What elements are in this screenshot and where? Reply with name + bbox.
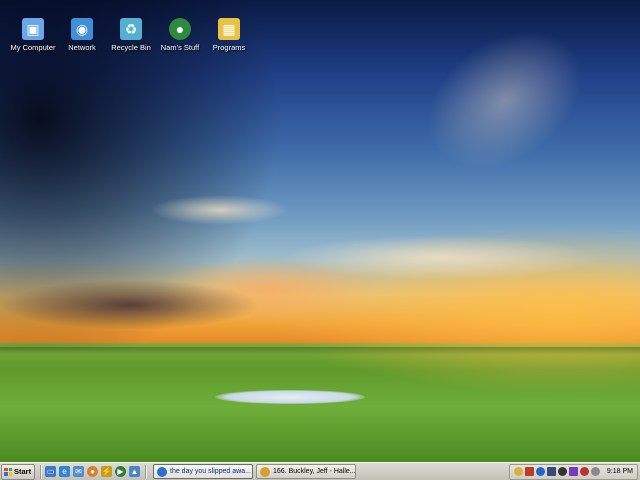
tray-chrome-icon[interactable] [513,467,523,476]
start-label: Start [14,467,32,476]
network-icon: ◉ [71,18,93,40]
task-label: 166. Buckley, Jeff - Halle... [273,468,356,475]
horizon [0,347,640,355]
taskbar-separator [40,464,42,479]
tray-messenger-icon[interactable] [535,467,545,476]
cloud [0,280,260,330]
recycle-bin-icon: ♻ [120,18,142,40]
desktop-icon-label: Programs [212,43,246,52]
taskbar-separator [145,464,147,479]
taskbar-clock[interactable]: 9:18 PM [607,468,633,475]
mail-icon[interactable]: ✉ [73,466,84,477]
winamp-icon[interactable]: ⚡ [101,466,112,477]
tray-security-icon[interactable] [579,467,589,476]
taskbar-task-messenger[interactable]: the day you slipped awa... [153,464,253,479]
start-button[interactable]: Start [1,463,35,480]
taskbar-task-winamp[interactable]: 166. Buckley, Jeff - Halle... [256,464,356,479]
globe-icon: ● [169,18,191,40]
task-label: the day you slipped awa... [170,468,251,475]
winamp-icon [260,466,270,477]
tray-volume-icon[interactable] [568,467,578,476]
system-tray: 9:18 PM [508,463,638,480]
show-desktop-icon[interactable]: ▭ [45,466,56,477]
taskbar: Start ▭ e ✉ ● ⚡ ▶ ▲ the day you slipped … [0,462,640,480]
my-computer-icon: ▣ [22,18,44,40]
cloud [150,195,290,225]
cloud [400,2,610,198]
windows-flag-icon [4,467,12,476]
firefox-icon[interactable]: ● [87,466,98,477]
internet-explorer-icon[interactable]: e [59,466,70,477]
desktop-wallpaper: ▣ My Computer ◉ Network ♻ Recycle Bin ● … [0,0,640,462]
tray-shield-icon[interactable] [524,467,534,476]
quick-launch: ▭ e ✉ ● ⚡ ▶ ▲ [45,466,140,477]
programs-folder-icon: ▦ [218,18,240,40]
messenger-icon [157,466,167,477]
media-player-icon[interactable]: ▶ [115,466,126,477]
pond [215,390,365,404]
paint-icon[interactable]: ▲ [129,466,140,477]
tray-network-icon[interactable] [546,467,556,476]
tray-panda-icon[interactable] [557,467,567,476]
tray-update-icon[interactable] [590,467,600,476]
desktop-icon-programs[interactable]: ▦ Programs [194,18,264,52]
